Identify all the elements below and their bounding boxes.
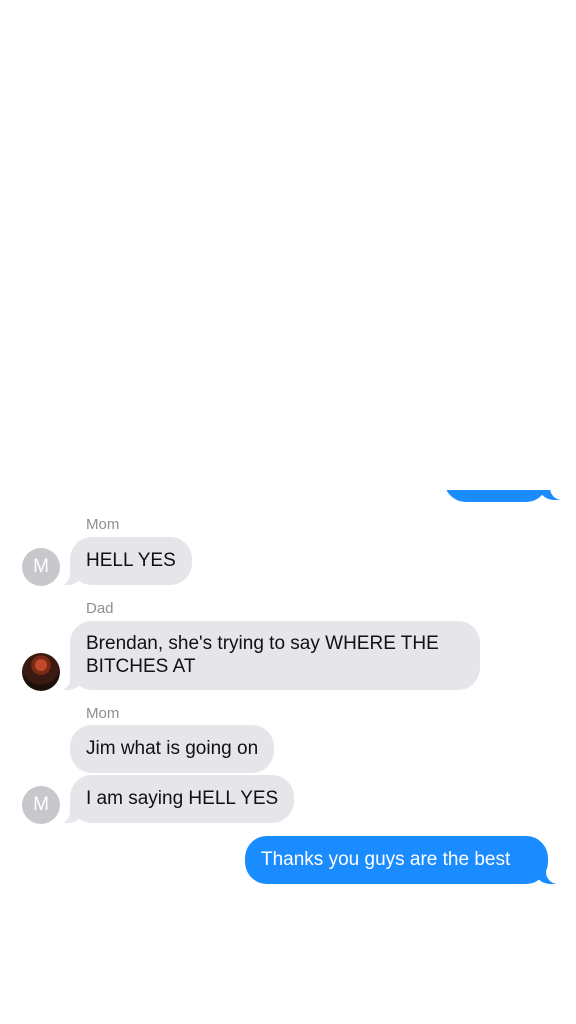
message-bubble[interactable]: HELL YES	[70, 537, 192, 585]
message-bubble[interactable]: Brendan, she's trying to say WHERE THE B…	[70, 621, 480, 690]
sender-name: Dad	[86, 600, 114, 617]
sender-name: Mom	[86, 705, 120, 722]
message-bubble[interactable]: Jim what is going on	[70, 725, 275, 773]
scroll-mask	[0, 0, 576, 490]
message-bubble[interactable]: I am saying HELL YES	[70, 775, 295, 823]
message-bubble-outgoing[interactable]: Thanks you guys are the best	[245, 836, 548, 884]
sender-name: Mom	[86, 516, 120, 533]
avatar[interactable]: M	[22, 786, 60, 824]
photo-avatar-icon[interactable]	[22, 653, 60, 691]
avatar[interactable]: M	[22, 548, 60, 586]
